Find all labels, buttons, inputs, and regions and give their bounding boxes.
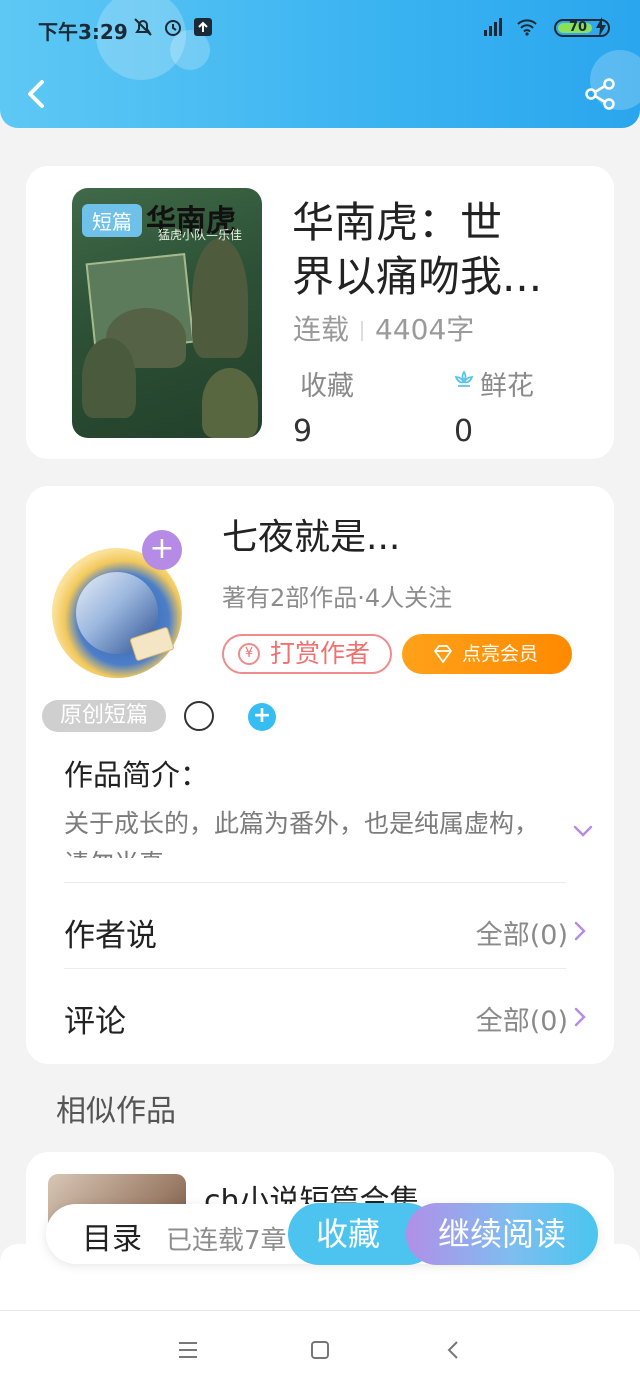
diamond-icon — [434, 645, 452, 663]
original-short-tag[interactable]: 原创短篇 — [42, 700, 166, 732]
meta-divider — [361, 321, 364, 341]
back-nav-icon[interactable] — [442, 1339, 466, 1361]
signal-icon — [484, 18, 502, 36]
circle-tag-icon[interactable] — [184, 701, 214, 731]
system-nav-bar — [0, 1310, 640, 1387]
book-meta: 连载 4404字 — [293, 308, 474, 348]
book-title: 华南虎：世 界以痛吻我... — [292, 196, 592, 304]
book-title-line: 界以痛吻我... — [292, 252, 543, 301]
add-tag-button[interactable]: + — [248, 703, 276, 731]
divider — [64, 968, 566, 969]
flowers-count: 0 — [454, 414, 474, 449]
mute-bell-icon — [134, 18, 152, 36]
continue-reading-button[interactable]: 继续阅读 — [406, 1203, 598, 1265]
home-icon[interactable] — [308, 1339, 332, 1361]
chevron-right-icon — [574, 921, 586, 941]
flowers-label: 鲜花 — [480, 371, 534, 402]
book-cover[interactable]: 短篇 华南虎 猛虎小队—乐佳 — [72, 188, 262, 438]
word-count: 4404字 — [375, 313, 475, 346]
author-notes-count: 全部(0) — [475, 920, 568, 951]
divider — [64, 882, 566, 883]
chevron-down-icon[interactable] — [570, 818, 596, 844]
tip-author-label: 打赏作者 — [270, 639, 371, 668]
tip-author-button[interactable]: ¥ 打赏作者 — [222, 634, 392, 674]
author-name[interactable]: 七夜就是... — [222, 508, 400, 560]
book-title-line: 华南虎：世 — [292, 198, 503, 247]
follow-author-button[interactable]: + — [142, 530, 182, 570]
table-of-contents-button[interactable]: 目录 — [82, 1214, 142, 1258]
back-button[interactable] — [18, 72, 58, 116]
intro-text: 关于成长的，此篇为番外，也是纯属虚构，请勿当真 — [64, 809, 540, 858]
comments-count: 全部(0) — [475, 1006, 568, 1037]
cover-subtitle: 猛虎小队—乐佳 — [158, 228, 243, 242]
chevron-right-icon — [574, 1007, 586, 1027]
upload-icon — [194, 18, 212, 36]
menu-icon[interactable] — [176, 1339, 200, 1361]
alarm-icon — [165, 20, 181, 36]
author-stats: 著有2部作品·4人关注 — [222, 584, 453, 612]
share-button[interactable] — [582, 76, 618, 112]
status-bar: 下午3:29 70 — [0, 10, 640, 46]
wifi-icon — [517, 19, 537, 36]
book-status: 连载 — [293, 313, 350, 346]
cover-figure — [82, 338, 136, 418]
yen-icon: ¥ — [238, 643, 260, 665]
cover-figure — [192, 238, 248, 358]
status-time: 下午3:29 — [38, 20, 128, 44]
favorites-label: 收藏 — [300, 371, 354, 402]
cover-figure — [202, 368, 258, 438]
intro-label: 作品简介： — [64, 758, 210, 792]
author-notes-label: 作者说 — [64, 918, 157, 954]
comments-label: 评论 — [64, 1004, 126, 1040]
serial-progress: 已连载7章 — [166, 1226, 287, 1256]
charging-icon — [596, 17, 606, 37]
vip-button[interactable]: 点亮会员 — [402, 634, 572, 674]
flower-icon — [454, 370, 474, 387]
similar-works-heading: 相似作品 — [56, 1094, 176, 1129]
vip-label: 点亮会员 — [462, 643, 539, 665]
cover-genre-tag: 短篇 — [82, 204, 142, 237]
header-bar: 下午3:29 70 — [0, 0, 640, 128]
favorites-count: 9 — [293, 414, 313, 449]
